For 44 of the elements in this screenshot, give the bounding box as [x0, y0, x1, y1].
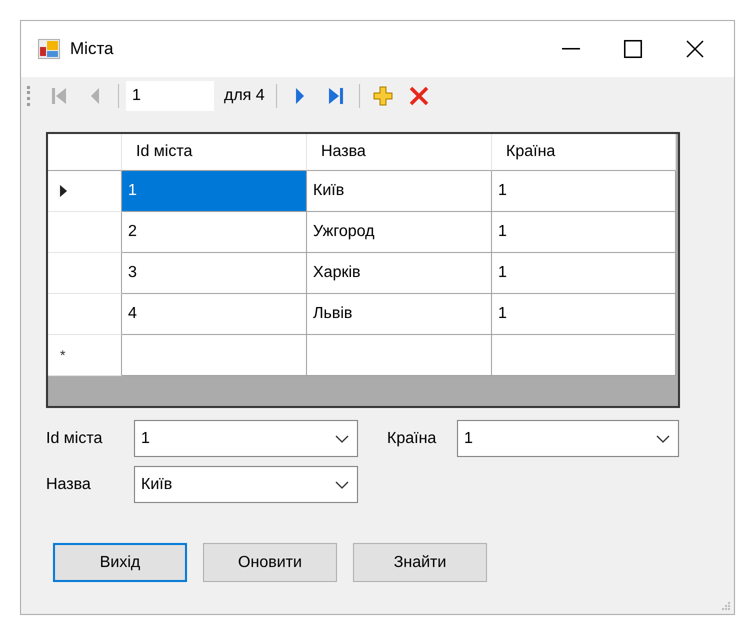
column-header[interactable]: Назва — [307, 134, 492, 171]
action-button[interactable]: Вихід — [53, 543, 187, 582]
chevron-down-icon — [335, 434, 349, 442]
window-title: Міста — [70, 39, 114, 59]
column-header[interactable]: Id міста — [122, 134, 307, 171]
field-label: Назва — [46, 476, 92, 494]
first-record-icon — [51, 87, 67, 105]
table-cell: 1 — [492, 212, 676, 253]
chevron-down-icon — [335, 480, 349, 488]
table-cell: Львів — [307, 294, 492, 335]
plus-icon — [372, 86, 393, 106]
combo-box[interactable]: Київ — [134, 466, 358, 503]
minimize-icon — [562, 48, 580, 50]
table-cell: Ужгород — [307, 212, 492, 253]
combo-box[interactable]: 1 — [134, 420, 358, 457]
table-cell: Харків — [307, 253, 492, 294]
resize-grip-icon — [721, 601, 731, 611]
last-record-icon — [328, 87, 344, 105]
action-button[interactable]: Знайти — [353, 543, 487, 582]
table-cell: 2 — [122, 212, 307, 253]
table-cell: 3 — [122, 253, 307, 294]
column-header[interactable]: Країна — [492, 134, 676, 171]
chevron-down-icon — [656, 434, 670, 442]
previous-record-icon — [90, 87, 100, 105]
action-button[interactable]: Оновити — [203, 543, 337, 582]
table-cell: 4 — [122, 294, 307, 335]
row-header[interactable] — [48, 171, 122, 212]
current-row-icon — [60, 185, 67, 197]
table-cell: 1 — [492, 294, 676, 335]
field-label: Id міста — [46, 430, 104, 448]
combo-box[interactable]: 1 — [457, 420, 679, 457]
close-icon — [686, 40, 704, 58]
table-cell: 1 — [122, 171, 307, 212]
field-label: Країна — [387, 430, 438, 448]
maximize-icon — [624, 40, 642, 58]
table-cell: 1 — [492, 171, 676, 212]
app-icon — [38, 39, 60, 59]
new-row-marker: * — [48, 335, 122, 376]
table-cell: 1 — [492, 253, 676, 294]
table-cell: Київ — [307, 171, 492, 212]
delete-icon — [408, 86, 429, 106]
record-count: для 4 — [224, 87, 265, 105]
next-record-icon — [294, 87, 305, 105]
position-field[interactable]: 1 — [126, 81, 214, 111]
